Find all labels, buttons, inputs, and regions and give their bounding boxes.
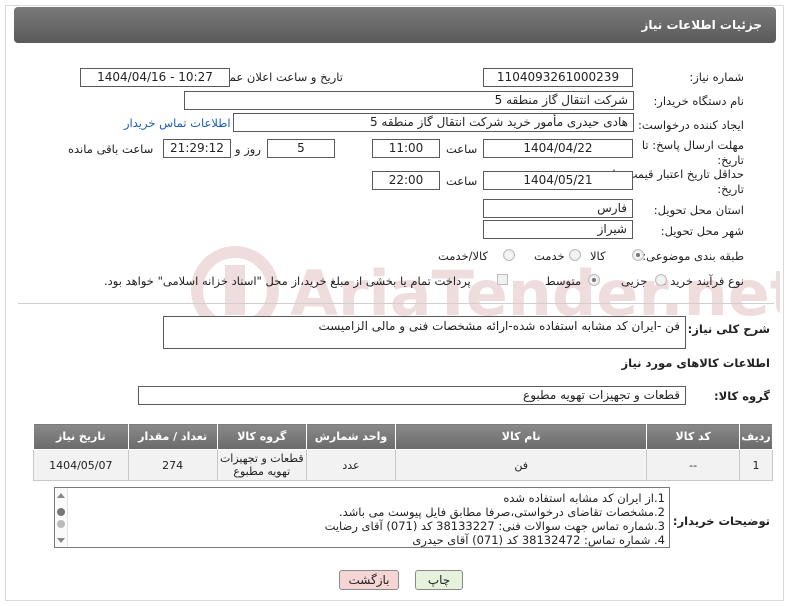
cell-date: 1404/05/07 — [33, 449, 129, 481]
col-group: گروه کالا — [216, 423, 307, 450]
days-label: روز و — [235, 142, 261, 156]
scroll-track-icon — [57, 520, 65, 528]
description-label: شرح کلی نیاز: — [687, 322, 770, 336]
cell-code: -- — [646, 449, 741, 481]
goods-section-title: اطلاعات کالاهای مورد نیاز — [621, 356, 770, 370]
cell-row: 1 — [739, 449, 773, 481]
need-number-field: 1104093261000239 — [483, 68, 633, 87]
scroll-thumb-icon — [57, 508, 65, 516]
description-textarea[interactable]: فن -ایران کد مشابه استفاده شده-ارائه مشخ… — [163, 316, 686, 349]
note-line: 2.مشخصات تقاضای درخواستی،صرفا مطابق فایل… — [338, 505, 665, 519]
category-radio-service[interactable] — [569, 249, 581, 261]
city-field: شیراز — [483, 220, 633, 239]
process-label: نوع فرآیند خرید : — [662, 274, 744, 288]
goods-group-field: قطعات و تجهیزات تهویه مطبوع — [138, 386, 686, 405]
deadline-time-field: 11:00 — [372, 139, 440, 158]
city-label: شهر محل تحویل: — [660, 224, 744, 238]
category-label: طبقه بندی موضوعی: — [642, 249, 744, 263]
remaining-label: ساعت باقی مانده — [68, 142, 154, 156]
col-row: ردیف — [739, 423, 773, 450]
province-label: استان محل تحویل: — [653, 203, 744, 217]
goods-table: ردیف کد کالا نام کالا واحد شمارش گروه کا… — [33, 423, 773, 481]
deadline-label: مهلت ارسال پاسخ: تا تاریخ: — [641, 138, 744, 167]
category-option-service: خدمت — [534, 249, 565, 263]
col-unit: واحد شمارش — [305, 423, 397, 450]
buyer-org-label: نام دستگاه خریدار: — [653, 94, 744, 108]
requester-label: ایجاد کننده درخواست: — [638, 118, 744, 132]
process-radio-minor[interactable] — [655, 274, 667, 286]
cell-name: فن — [395, 449, 648, 481]
col-code: کد کالا — [646, 423, 741, 450]
process-option-minor: جزیی — [621, 274, 648, 288]
process-option-medium: متوسط — [545, 274, 582, 288]
table-row: 1 -- فن عدد قطعات و تجهیزات تهویه مطبوع … — [33, 449, 773, 481]
goods-group-label: گروه کالا: — [714, 389, 770, 403]
buyer-org-field: شرکت انتقال گاز منطقه 5 — [184, 91, 634, 110]
scroll-up-icon — [57, 493, 65, 498]
scrollbar-icons — [57, 493, 65, 543]
note-line: 3.شماره تماس جهت سوالات فنی: 38133227 کد… — [324, 519, 665, 533]
validity-time-field: 22:00 — [372, 171, 440, 190]
col-name: نام کالا — [395, 423, 648, 450]
category-option-goods: کالا — [590, 249, 606, 263]
scroll-down-icon — [57, 538, 65, 543]
col-date: تاریخ نیاز — [33, 423, 129, 450]
notes-scrollbar[interactable] — [55, 488, 68, 547]
deadline-hour-label: ساعت — [446, 142, 478, 156]
buyer-notes-label: توضیحات خریدار: — [672, 514, 770, 528]
announce-date-field: 1404/04/16 - 10:27 — [80, 68, 230, 87]
remaining-time-field: 21:29:12 — [163, 139, 231, 158]
back-button[interactable]: بازگشت — [339, 570, 399, 590]
buyer-notes-textarea[interactable]: 1.از ایران کد مشابه استفاده شده 2.مشخصات… — [54, 487, 670, 548]
divider — [18, 303, 774, 304]
table-header-row: ردیف کد کالا نام کالا واحد شمارش گروه کا… — [33, 423, 773, 450]
province-field: فارس — [483, 199, 633, 218]
requester-field: هادی حیدری مأمور خرید شرکت انتقال گاز من… — [233, 113, 634, 132]
page-title: جزئیات اطلاعات نیاز — [641, 18, 762, 32]
treasury-payment-checkbox[interactable] — [497, 274, 508, 285]
cell-unit: عدد — [305, 449, 397, 481]
need-number-label: شماره نیاز: — [689, 70, 744, 84]
process-radio-medium[interactable] — [588, 274, 600, 286]
page-header: جزئیات اطلاعات نیاز — [14, 7, 776, 43]
note-line: 1.از ایران کد مشابه استفاده شده — [503, 491, 665, 505]
treasury-payment-note: پرداخت تمام یا بخشی از مبلغ خرید،از محل … — [104, 274, 471, 288]
validity-date-field: 1404/05/21 — [483, 171, 633, 190]
category-radio-goods-service[interactable] — [503, 249, 515, 261]
category-radio-goods[interactable] — [632, 249, 644, 261]
cell-quantity: 274 — [127, 449, 218, 481]
cell-group: قطعات و تجهیزات تهویه مطبوع — [216, 449, 307, 481]
col-quantity: تعداد / مقدار — [127, 423, 218, 450]
buyer-contact-link[interactable]: اطلاعات تماس خریدار — [124, 116, 231, 130]
print-button[interactable]: چاپ — [415, 570, 463, 590]
category-option-goods-service: کالا/خدمت — [438, 249, 489, 263]
days-field: 5 — [267, 139, 335, 158]
validity-hour-label: ساعت — [446, 174, 478, 188]
note-line: 4. شماره تماس: 38132472 کد (071) آقای حی… — [412, 533, 665, 547]
deadline-date-field: 1404/04/22 — [483, 139, 633, 158]
